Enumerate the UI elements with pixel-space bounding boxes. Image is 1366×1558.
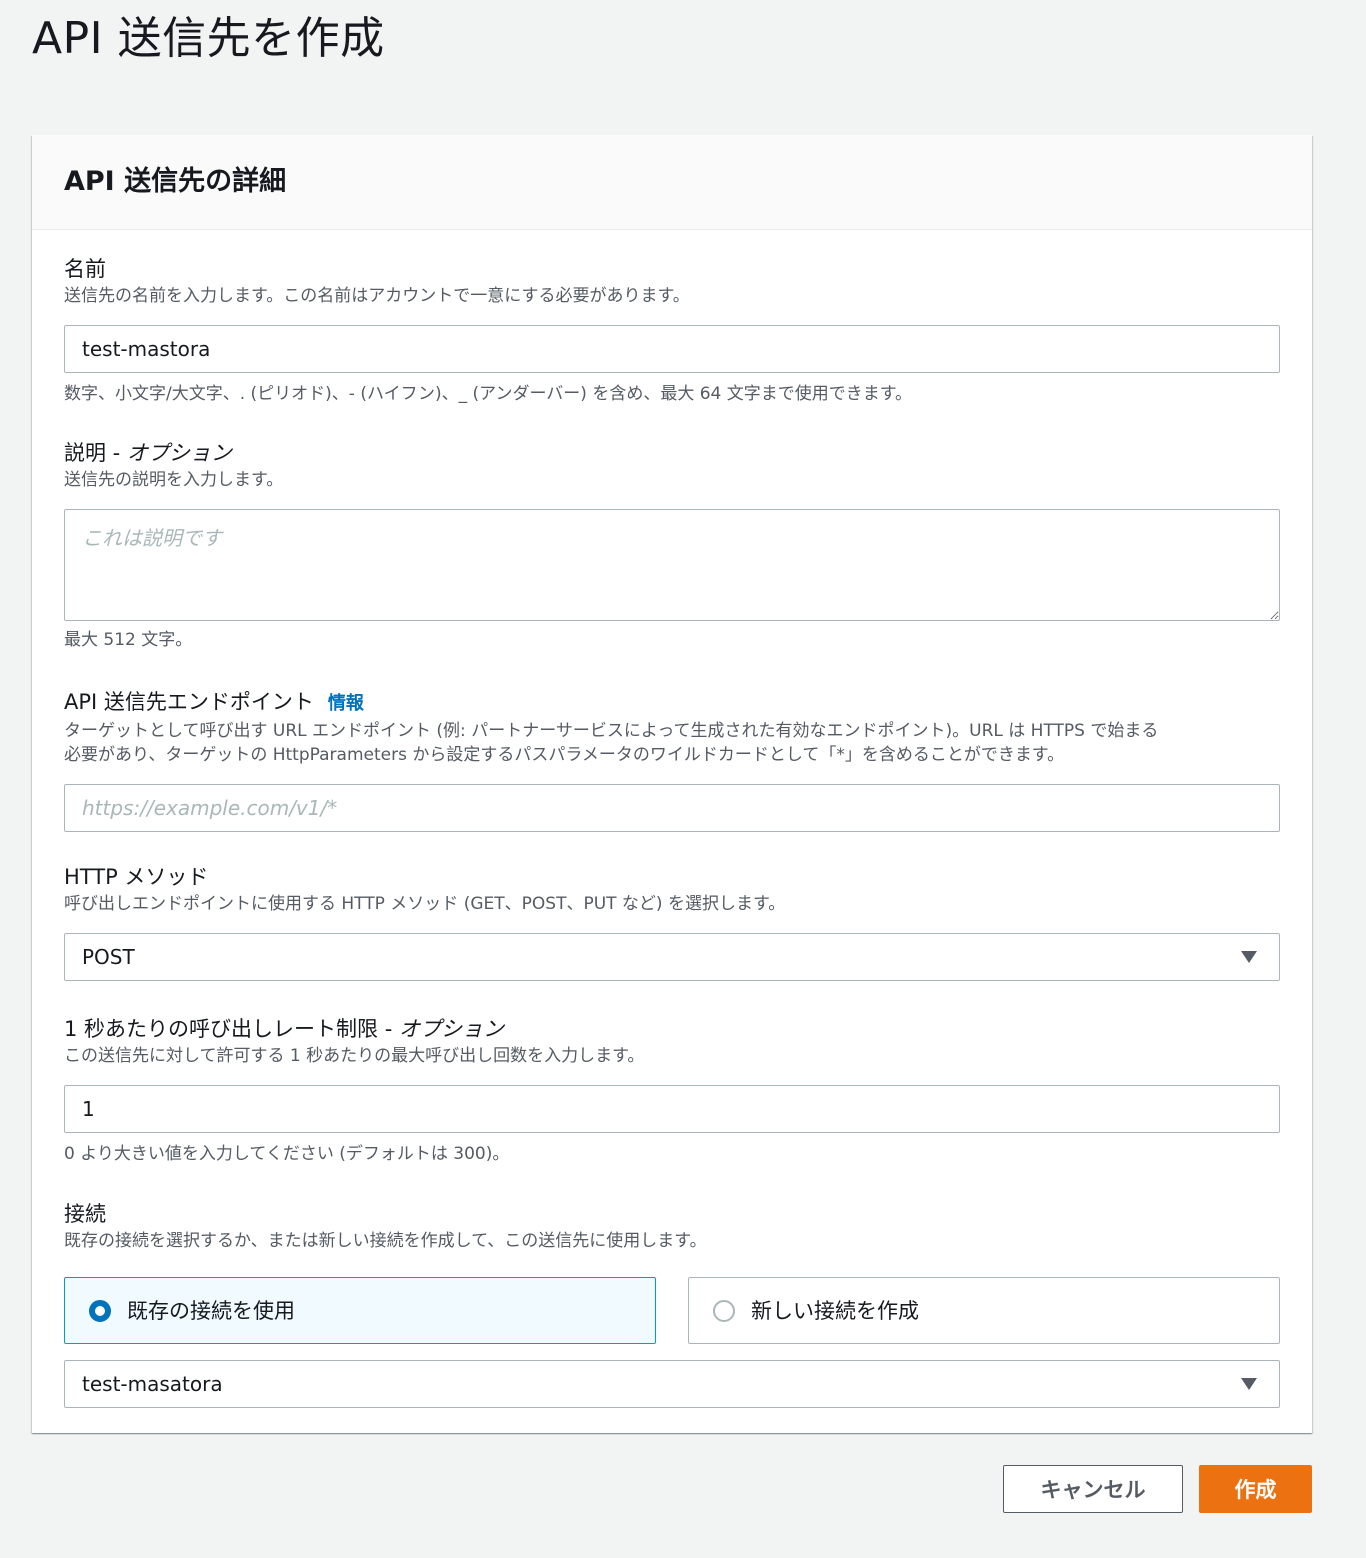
rate-limit-hint: 0 より大きい値を入力してください (デフォルトは 300)。 bbox=[64, 1144, 510, 1164]
description-hint: 最大 512 文字。 bbox=[64, 630, 193, 650]
radio-unchecked-icon[interactable] bbox=[713, 1299, 735, 1322]
cancel-button[interactable]: キャンセル bbox=[1003, 1465, 1183, 1513]
connection-select[interactable]: test-masatora bbox=[64, 1360, 1280, 1408]
panel-header: API 送信先の詳細 bbox=[32, 135, 1312, 230]
endpoint-description-line1: ターゲットとして呼び出す URL エンドポイント (例: パートナーサービスによ… bbox=[64, 721, 1159, 741]
use-existing-connection-tile[interactable]: 既存の接続を使用 bbox=[64, 1277, 656, 1344]
description-label-optional: オプション bbox=[126, 441, 232, 465]
connection-field: 接続 既存の接続を選択するか、または新しい接続を作成して、この送信先に使用します… bbox=[64, 1200, 1280, 1408]
endpoint-label: API 送信先エンドポイント 情報 bbox=[64, 688, 1280, 718]
connection-options: 既存の接続を使用 新しい接続を作成 bbox=[64, 1277, 1280, 1344]
endpoint-field: API 送信先エンドポイント 情報 ターゲットとして呼び出す URL エンドポイン… bbox=[64, 688, 1280, 832]
description-label: 説明 - オプション bbox=[64, 439, 1280, 467]
page-title: API 送信先を作成 bbox=[32, 13, 385, 64]
panel-title: API 送信先の詳細 bbox=[64, 166, 287, 197]
description-label-text: 説明 - bbox=[64, 441, 127, 465]
name-hint: 数字、小文字/大文字、. (ピリオド)、- (ハイフン)、_ (アンダーバー) … bbox=[64, 384, 913, 404]
http-method-field: HTTP メソッド 呼び出しエンドポイントに使用する HTTP メソッド (GE… bbox=[64, 863, 1280, 981]
connection-label: 接続 bbox=[64, 1202, 106, 1226]
name-field: 名前 送信先の名前を入力します。この名前はアカウントで一意にする必要があります。… bbox=[64, 255, 1280, 406]
rate-limit-label-text: 1 秒あたりの呼び出しレート制限 - bbox=[64, 1017, 399, 1041]
endpoint-description-line2: 必要があり、ターゲットの HttpParameters から設定するパスパラメー… bbox=[64, 745, 1065, 765]
name-label: 名前 bbox=[64, 257, 106, 281]
name-description: 送信先の名前を入力します。この名前はアカウントで一意にする必要があります。 bbox=[64, 286, 690, 306]
create-new-connection-tile[interactable]: 新しい接続を作成 bbox=[688, 1277, 1280, 1344]
rate-limit-label-optional: オプション bbox=[398, 1017, 504, 1041]
rate-limit-field: 1 秒あたりの呼び出しレート制限 - オプション この送信先に対して許可する 1… bbox=[64, 1015, 1280, 1166]
use-existing-connection-label: 既存の接続を使用 bbox=[127, 1298, 295, 1323]
http-method-description: 呼び出しエンドポイントに使用する HTTP メソッド (GET、POST、PUT… bbox=[64, 894, 786, 914]
connection-selected-value: test-masatora bbox=[82, 1372, 223, 1396]
name-input[interactable] bbox=[64, 325, 1280, 373]
connection-description: 既存の接続を選択するか、または新しい接続を作成して、この送信先に使用します。 bbox=[64, 1231, 707, 1251]
caret-down-icon bbox=[1241, 951, 1257, 963]
create-button[interactable]: 作成 bbox=[1199, 1465, 1312, 1513]
description-field: 説明 - オプション 送信先の説明を入力します。 最大 512 文字。 bbox=[64, 439, 1280, 652]
endpoint-input[interactable] bbox=[64, 784, 1280, 832]
endpoint-info-link[interactable]: 情報 bbox=[328, 693, 364, 714]
rate-limit-input[interactable] bbox=[64, 1085, 1280, 1133]
radio-checked-icon[interactable] bbox=[89, 1299, 111, 1322]
http-method-select[interactable]: POST bbox=[64, 933, 1280, 981]
create-new-connection-label: 新しい接続を作成 bbox=[751, 1298, 919, 1323]
description-description: 送信先の説明を入力します。 bbox=[64, 470, 284, 490]
endpoint-label-text: API 送信先エンドポイント bbox=[64, 690, 314, 714]
rate-limit-label: 1 秒あたりの呼び出しレート制限 - オプション bbox=[64, 1015, 1280, 1043]
http-method-label: HTTP メソッド bbox=[64, 865, 209, 889]
http-method-selected-value: POST bbox=[82, 945, 135, 969]
rate-limit-description: この送信先に対して許可する 1 秒あたりの最大呼び出し回数を入力します。 bbox=[64, 1046, 645, 1066]
destination-details-panel: API 送信先の詳細 名前 送信先の名前を入力します。この名前はアカウントで一意… bbox=[32, 135, 1312, 1433]
caret-down-icon bbox=[1241, 1378, 1257, 1390]
description-textarea[interactable] bbox=[64, 509, 1280, 621]
